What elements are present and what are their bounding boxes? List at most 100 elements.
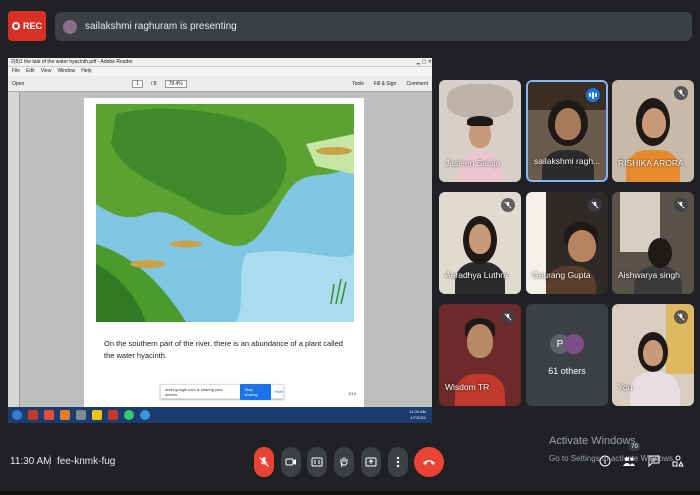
more-icon [396,456,400,468]
menu-view: View [40,68,52,74]
decoration-icon [447,84,513,118]
presenter-avatar [63,19,77,34]
info-icon [599,455,611,467]
sharing-notice-text: meet.google.com is sharing your screen. [165,386,223,397]
avatar [648,238,672,268]
system-tray: 11:30 AM 1/7/2021 [409,409,426,421]
avatar [643,340,663,366]
mic-off-icon [674,310,688,324]
participant-tile[interactable]: Aaradhya Luthra [439,192,521,294]
chat-icon [648,455,660,467]
shared-screen: 2(8)1 the tale of the water hyacinth.pdf… [8,58,432,423]
raise-hand-button[interactable] [334,447,354,477]
app-icon [76,410,86,420]
reader-side-panel [8,92,20,412]
self-tile[interactable]: You [612,304,694,406]
app-icon [140,410,150,420]
mic-off-icon [259,457,269,467]
menu-file: File [12,68,21,74]
participant-name: You [618,382,633,392]
mic-off-icon [501,198,515,212]
others-tile[interactable]: P 61 others [526,304,608,406]
participant-tile[interactable]: sailakshmi ragh... [526,80,608,182]
meeting-time: 11:30 AM [10,456,52,467]
activities-icon [672,455,684,467]
chat-button[interactable] [646,452,662,470]
page-caption: On the southern part of the river, there… [104,339,343,360]
present-button[interactable] [361,447,381,477]
fill-sign-button: Fill & Sign [373,80,397,87]
sharing-notice: meet.google.com is sharing your screen. … [160,383,284,400]
avatar [568,230,596,262]
participant-tile[interactable]: RISHIKA ARORA [612,80,694,182]
open-button: Open [12,80,25,87]
avatar [467,324,493,358]
people-icon [623,457,635,466]
mic-off-icon [588,198,602,212]
others-avatar [564,334,584,354]
mic-off-icon [674,198,688,212]
reader-window-title: 2(8)1 the tale of the water hyacinth.pdf… [11,59,133,65]
end-call-button[interactable] [414,447,444,477]
participant-name: sailakshmi ragh... [534,156,601,166]
bottom-bar: 11:30 AM fee-knmk-fug Activate Windows G… [0,432,700,495]
page-field: 1 [132,79,144,88]
presenting-text: sailakshmi raghuram is presenting [85,21,237,32]
avatar [469,224,491,254]
app-icon [28,410,38,420]
chrome-icon [124,410,134,420]
record-icon [11,22,20,30]
divider [49,455,50,469]
folder-icon [60,410,70,420]
pdf-page: On the southern part of the river, there… [84,98,364,408]
menu-window: Window [57,68,76,74]
comment-button: Comment [406,80,428,87]
mic-off-icon [674,86,688,100]
participant-tile[interactable]: Gaurang Gupta [526,192,608,294]
participant-tile[interactable]: Jasleen Saluja [439,80,521,182]
explorer-icon [92,410,102,420]
stop-sharing-button: Stop sharing [240,383,271,400]
participant-name: Gaurang Gupta [532,270,591,280]
speaking-icon [586,88,600,102]
mic-toggle-button[interactable] [254,447,274,477]
participant-name: Wisdom TR [445,382,490,392]
meeting-code: fee-knmk-fug [57,456,116,467]
end-call-icon [423,460,435,465]
meeting-details-button[interactable] [597,452,613,470]
others-count: 61 others [548,366,586,376]
start-icon [12,410,22,420]
captions-icon [311,457,323,467]
page-total: / 8 [151,80,157,87]
participant-name: Aaradhya Luthra [445,270,508,280]
participant-tile[interactable]: Wisdom TR [439,304,521,406]
captions-button[interactable] [307,447,327,477]
zoom-field: 78.4% [164,79,187,88]
people-button[interactable] [621,452,637,470]
tray-date: 1/7/2021 [410,415,426,420]
activities-button[interactable] [670,452,686,470]
reader-title-bar: 2(8)1 the tale of the water hyacinth.pdf… [8,58,432,67]
participant-name: Jasleen Saluja [445,158,501,168]
menu-edit: Edit [26,68,35,74]
more-options-button[interactable] [388,447,408,477]
participant-tile[interactable]: Aishwarya singh [612,192,694,294]
windows-taskbar: 11:30 AM 1/7/2021 [8,407,432,423]
camera-toggle-button[interactable] [281,447,301,477]
reader-menu-bar: File Edit View Window Help [8,67,432,76]
camera-icon [285,458,296,466]
screen-edge [0,491,700,495]
media-icon [108,410,118,420]
avatar [555,108,581,140]
presenting-banner: sailakshmi raghuram is presenting [55,12,692,41]
mic-off-icon [501,310,515,324]
present-icon [365,457,377,467]
recording-badge: REC [8,11,46,41]
avatar [642,108,666,138]
tools-button: Tools [352,80,364,87]
recording-label: REC [22,21,42,31]
pdf-page-number: 3/18 [348,391,356,396]
activate-windows-title: Activate Windows [549,435,636,447]
top-bar: REC sailakshmi raghuram is presenting [0,0,700,56]
pdf-icon [44,410,54,420]
